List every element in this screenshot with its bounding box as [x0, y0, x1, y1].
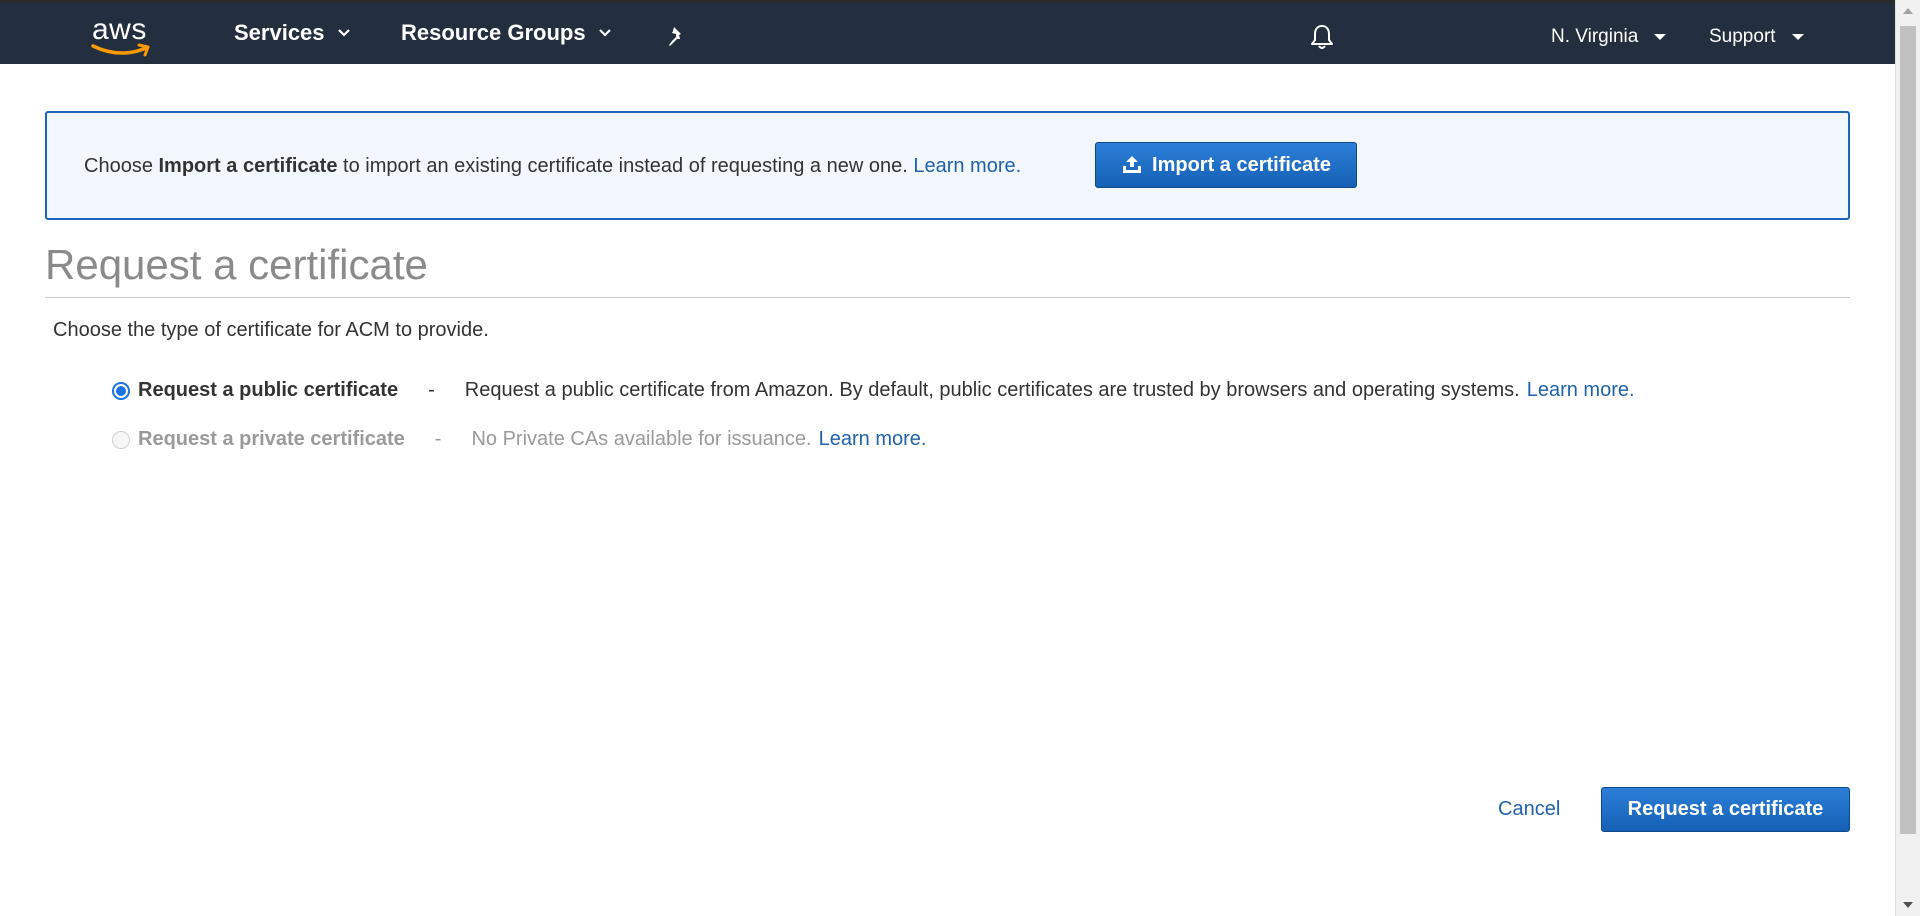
bell-icon[interactable] [1309, 23, 1335, 56]
services-label: Services [234, 20, 325, 45]
region-selector[interactable]: N. Virginia [1551, 26, 1667, 48]
public-certificate-description: Request a public certificate from Amazon… [464, 379, 1520, 401]
private-certificate-option: Request a private certificate - No Priva… [112, 428, 926, 451]
page-subtitle: Choose the type of certificate for ACM t… [53, 319, 489, 341]
services-menu[interactable]: Services [234, 20, 351, 46]
title-divider [45, 297, 1850, 298]
vertical-scrollbar[interactable] [1895, 0, 1920, 916]
caret-down-icon [1654, 34, 1667, 40]
caret-down-icon [1791, 34, 1804, 40]
public-certificate-label[interactable]: Request a public certificate [138, 379, 398, 402]
option-separator: - [428, 379, 435, 401]
upload-icon [1123, 156, 1142, 173]
aws-logo[interactable]: aws [90, 13, 156, 57]
chevron-down-icon [337, 29, 350, 37]
scroll-up-icon[interactable] [1903, 8, 1913, 14]
resource-groups-label: Resource Groups [401, 20, 586, 45]
private-certificate-learn-more-link[interactable]: Learn more. [819, 428, 927, 451]
region-label: N. Virginia [1551, 26, 1639, 47]
import-certificate-button[interactable]: Import a certificate [1095, 142, 1357, 188]
cancel-button[interactable]: Cancel [1498, 798, 1560, 821]
banner-text-after: to import an existing certificate instea… [337, 155, 914, 177]
banner-learn-more-link[interactable]: Learn more. [913, 155, 1021, 177]
banner-text-before: Choose [84, 155, 159, 177]
banner-message: Choose Import a certificate to import an… [84, 155, 1021, 178]
public-certificate-radio[interactable] [112, 381, 130, 400]
support-menu[interactable]: Support [1709, 26, 1804, 48]
support-label: Support [1709, 26, 1776, 47]
private-certificate-label: Request a private certificate [138, 428, 405, 450]
pin-icon[interactable] [666, 25, 688, 52]
banner-text-bold: Import a certificate [158, 155, 338, 177]
option-separator: - [434, 428, 442, 450]
public-certificate-learn-more-link[interactable]: Learn more. [1527, 379, 1635, 402]
aws-logo-text: aws [92, 13, 147, 46]
public-certificate-option[interactable]: Request a public certificate - Request a… [112, 379, 1635, 402]
import-certificate-label: Import a certificate [1152, 153, 1331, 176]
request-certificate-button[interactable]: Request a certificate [1601, 787, 1850, 832]
resource-groups-menu[interactable]: Resource Groups [401, 20, 612, 46]
scroll-down-icon[interactable] [1903, 902, 1913, 908]
scrollbar-thumb[interactable] [1900, 26, 1916, 834]
chevron-down-icon [598, 29, 611, 37]
aws-smile-icon [91, 43, 150, 57]
request-certificate-label: Request a certificate [1627, 798, 1824, 820]
private-certificate-description: No Private CAs available for issuance. [471, 428, 812, 450]
private-certificate-radio [112, 430, 130, 449]
page-title: Request a certificate [45, 241, 428, 288]
top-navigation-bar: aws Services Resource Groups N. Virginia [0, 0, 1895, 64]
import-info-banner: Choose Import a certificate to import an… [45, 111, 1850, 220]
